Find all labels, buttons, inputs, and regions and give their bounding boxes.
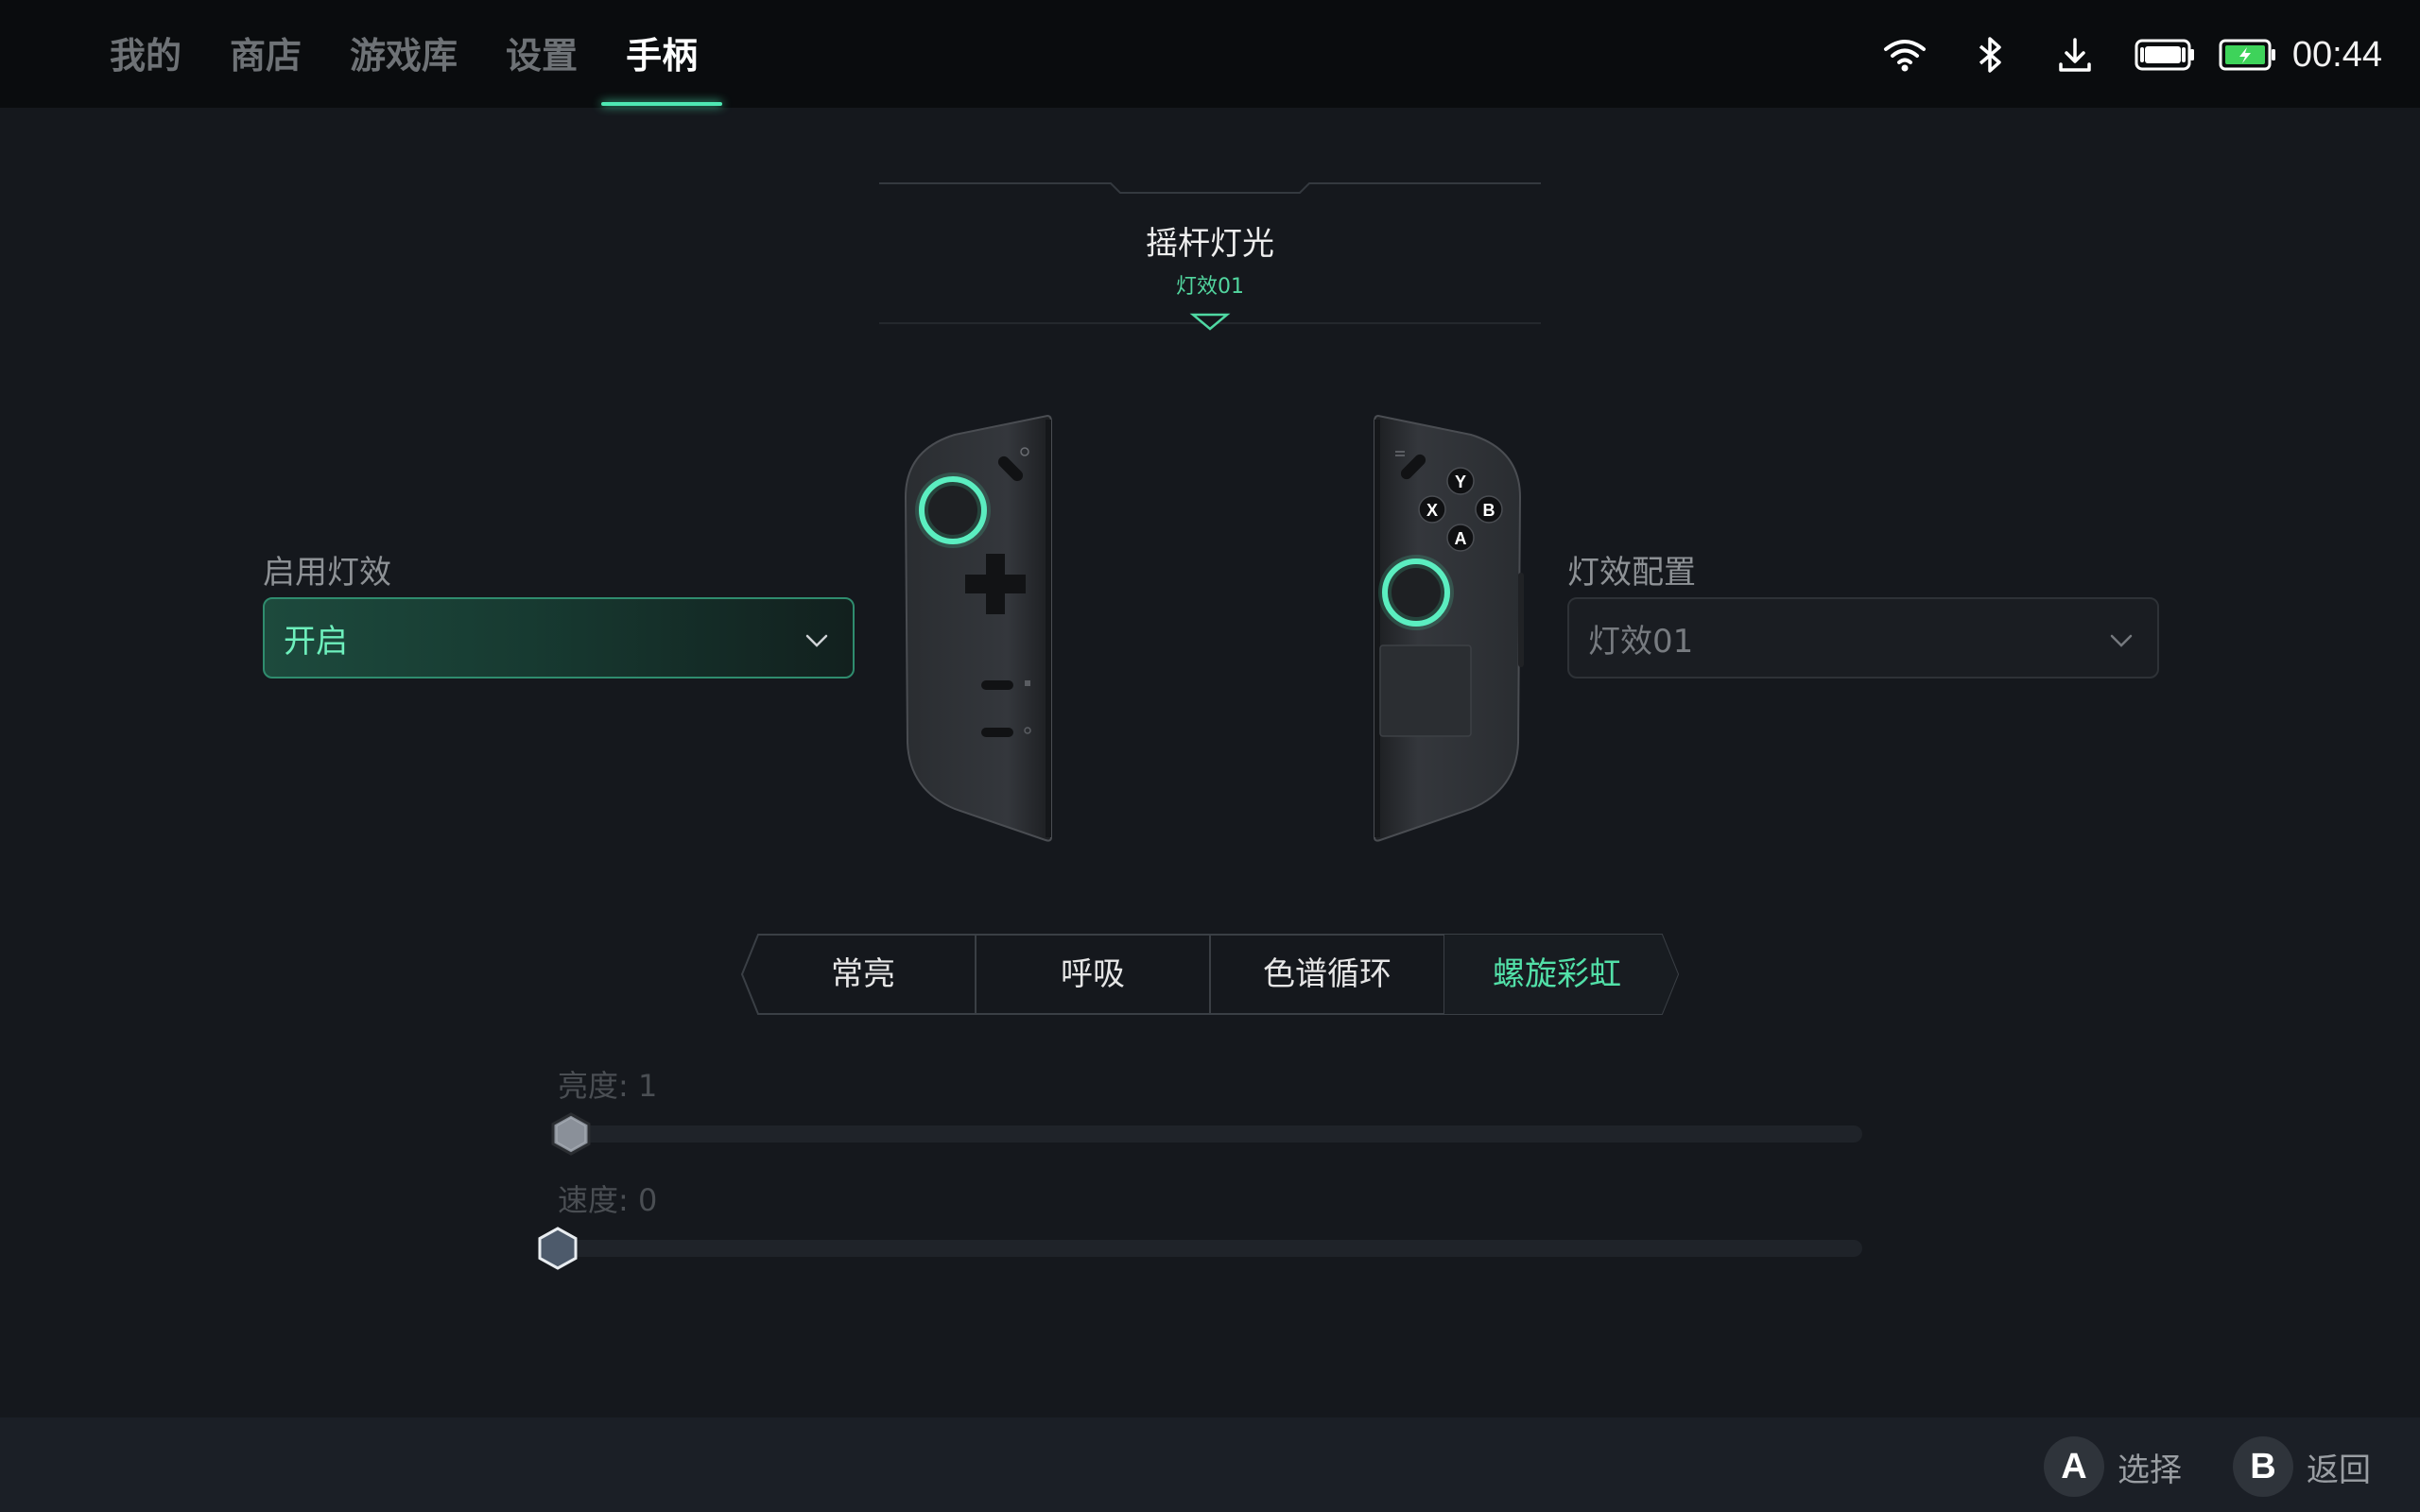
battery-charging-icon: [2219, 28, 2277, 81]
mode-steady[interactable]: 常亮: [751, 934, 976, 1015]
controller-battery-icon: [2134, 28, 2196, 81]
speed-label: 速度: 0: [558, 1182, 658, 1218]
download-icon[interactable]: [2048, 28, 2101, 81]
bluetooth-icon[interactable]: [1963, 28, 2016, 81]
button-y: Y: [1455, 472, 1466, 491]
brightness-slider[interactable]: [558, 1125, 1862, 1143]
effect-config-value: 灯效01: [1588, 622, 1694, 661]
status-bar: 00:44: [1846, 28, 2382, 81]
back-hint[interactable]: B 返回: [2233, 1436, 2371, 1497]
chevron-down-icon: [2110, 634, 2133, 647]
chevron-down-icon: [805, 634, 828, 647]
speed-slider-thumb[interactable]: [537, 1227, 579, 1270]
trackpad: [1379, 644, 1472, 737]
section-subtitle: 灯效01: [1176, 275, 1244, 299]
right-controller: Y X B A: [1374, 414, 1524, 842]
tab-store[interactable]: 商店: [230, 28, 302, 83]
button-a: A: [1455, 529, 1467, 548]
select-hint[interactable]: A 选择: [2044, 1436, 2182, 1497]
enable-effect-dropdown[interactable]: 开启: [263, 597, 855, 679]
left-controller: [904, 414, 1052, 842]
brightness-label: 亮度: 1: [558, 1068, 658, 1104]
tab-library[interactable]: 游戏库: [350, 28, 458, 83]
button-b: B: [1483, 501, 1495, 520]
section-title: 摇杆灯光: [1146, 225, 1274, 263]
tab-controller[interactable]: 手柄: [601, 28, 723, 106]
top-bar: 我的 商店 游戏库 设置 手柄 00:44: [0, 0, 2420, 108]
main-nav: 我的 商店 游戏库 设置 手柄: [110, 28, 746, 106]
mode-selector: 常亮 呼吸 色谱循环 螺旋彩虹: [741, 934, 1679, 1015]
tab-mine[interactable]: 我的: [110, 28, 182, 83]
wifi-icon[interactable]: [1878, 28, 1931, 81]
clock: 00:44: [2291, 34, 2382, 75]
speed-slider[interactable]: [558, 1240, 1862, 1257]
section-header: 摇杆灯光 灯效01: [870, 175, 1550, 335]
b-button-icon: B: [2233, 1436, 2293, 1497]
mode-spectrum-cycle[interactable]: 色谱循环: [1210, 934, 1444, 1015]
button-x: X: [1426, 501, 1438, 520]
bottom-bar: A 选择 B 返回: [0, 1418, 2420, 1512]
mode-breathing[interactable]: 呼吸: [976, 934, 1210, 1015]
enable-effect-value: 开启: [284, 622, 348, 661]
select-hint-label: 选择: [2118, 1451, 2182, 1489]
a-button-icon: A: [2044, 1436, 2104, 1497]
back-hint-label: 返回: [2307, 1451, 2371, 1489]
tab-settings[interactable]: 设置: [506, 28, 578, 83]
brightness-slider-thumb[interactable]: [550, 1112, 592, 1156]
mode-spiral-rainbow[interactable]: 螺旋彩虹: [1444, 934, 1669, 1015]
enable-effect-label: 启用灯效: [263, 554, 391, 592]
effect-config-dropdown[interactable]: 灯效01: [1567, 597, 2159, 679]
effect-config-label: 灯效配置: [1567, 554, 1696, 592]
